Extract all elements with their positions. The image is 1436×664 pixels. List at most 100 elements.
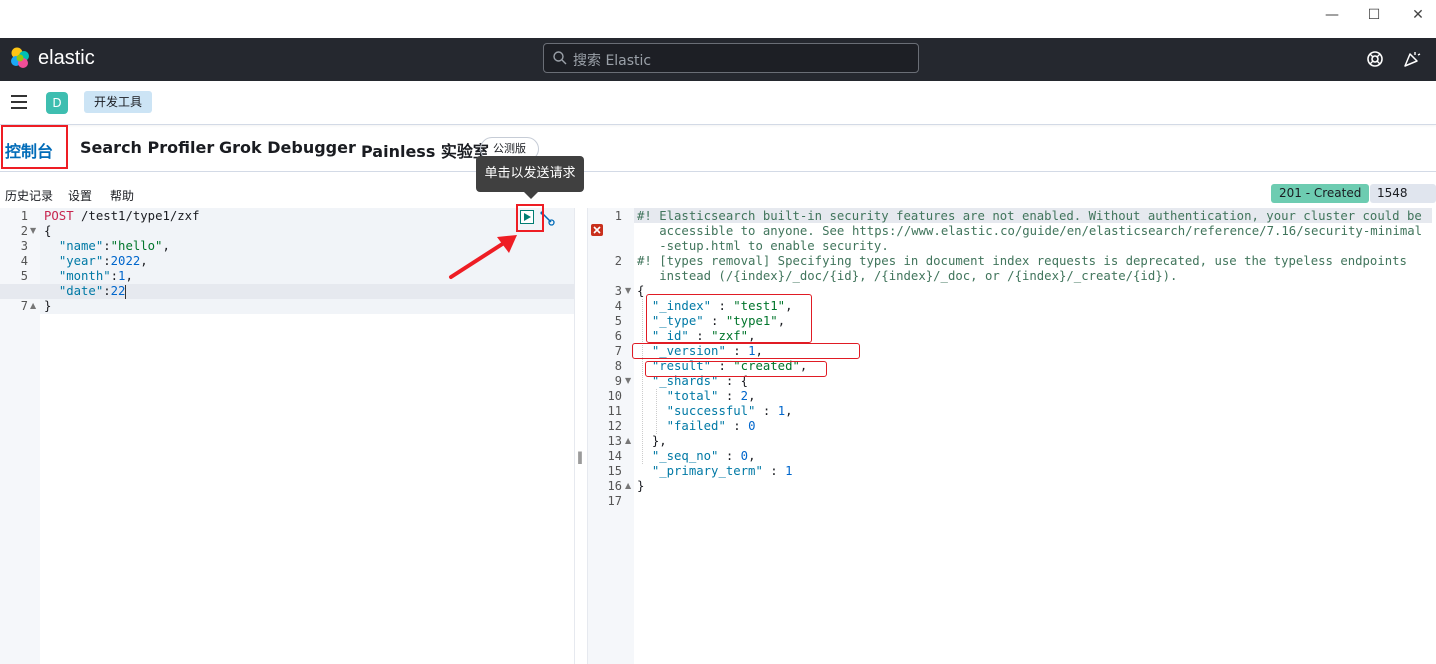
fold-toggle-icon[interactable]: ▲: [30, 301, 36, 310]
line-number: 6: [614, 329, 622, 343]
json-value: 2: [740, 389, 749, 403]
warning-error-icon[interactable]: [591, 224, 603, 236]
line-number: 10: [607, 389, 622, 403]
request-line: "name":"hello",: [58, 239, 170, 253]
response-line: {: [637, 284, 644, 299]
search-placeholder: 搜索 Elastic: [573, 53, 652, 69]
fold-toggle-icon[interactable]: ▼: [625, 286, 631, 295]
line-number: 11: [607, 404, 622, 418]
response-line: "total" : 2,: [666, 389, 756, 403]
request-path: /test1/type1/zxf: [81, 209, 200, 223]
maximize-button[interactable]: ☐: [1360, 4, 1388, 26]
fold-toggle-icon[interactable]: ▲: [625, 481, 631, 490]
json-key: "failed": [666, 419, 726, 433]
response-line: "_seq_no" : 0,: [651, 449, 756, 463]
brace: }: [637, 479, 645, 493]
response-line: "failed" : 0: [666, 419, 756, 433]
warning-text: to enable security.: [740, 239, 889, 253]
json-value: 0: [748, 419, 756, 433]
editor-resize-divider[interactable]: [574, 208, 588, 664]
line-number: 1: [20, 209, 28, 223]
hamburger-menu-icon[interactable]: [11, 95, 27, 109]
line-number: 16: [607, 479, 622, 493]
request-line: {: [44, 224, 51, 239]
minimize-button[interactable]: —: [1318, 4, 1346, 26]
request-line: POST /test1/type1/zxf: [44, 209, 200, 224]
annotation-box-index-type-id: [646, 294, 812, 343]
line-number: 9: [614, 374, 622, 388]
json-value: "hello": [110, 239, 163, 253]
line-number: 3: [614, 284, 622, 298]
tooltip-arrow: [524, 192, 538, 199]
tab-painless-lab[interactable]: Painless 实验室: [361, 138, 489, 162]
news-cheer-icon[interactable]: [1402, 49, 1422, 69]
security-doc-link[interactable]: -setup.html: [637, 239, 740, 253]
line-number: 7: [20, 299, 28, 313]
line-number: 2: [20, 224, 28, 238]
json-key: "name": [58, 239, 104, 253]
settings-link[interactable]: 设置: [68, 187, 92, 204]
brace: {: [637, 284, 645, 298]
json-key: "date": [58, 284, 104, 298]
json-key: "successful": [666, 404, 756, 418]
json-key: "_seq_no": [651, 449, 719, 463]
response-warning: -setup.html to enable security.: [637, 239, 889, 254]
brand-name[interactable]: elastic: [38, 47, 95, 70]
brace: },: [651, 434, 667, 448]
json-value: 2022: [110, 254, 141, 268]
send-request-tooltip: 单击以发送请求: [476, 156, 584, 192]
fold-toggle-icon[interactable]: ▲: [625, 436, 631, 445]
line-number: 2: [614, 254, 622, 268]
line-number: 15: [607, 464, 622, 478]
response-warning: accessible to anyone. See: [637, 224, 852, 239]
warning-text: accessible to anyone. See: [637, 224, 852, 238]
global-header: elastic 搜索 Elastic: [0, 38, 1436, 81]
tab-grok-debugger[interactable]: Grok Debugger: [219, 138, 356, 157]
line-number: 14: [607, 449, 622, 463]
response-warning: #! [types removal] Specifying types in d…: [637, 254, 1407, 268]
json-key: "total": [666, 389, 719, 403]
response-warning: instead (/{index}/_doc/{id}, /{index}/_d…: [637, 269, 1178, 283]
response-gutter: 1 2 3 4 5 6 7 8 9 10 11 12 13 14 15 16 1…: [588, 208, 634, 664]
help-lifebuoy-icon[interactable]: [1365, 49, 1385, 69]
annotation-box-result: [645, 361, 827, 377]
breadcrumb-bar: D 开发工具: [0, 81, 1436, 125]
resize-handle-icon[interactable]: ‖: [577, 450, 583, 464]
line-number: 3: [20, 239, 28, 253]
response-line: }: [637, 479, 644, 494]
response-editor[interactable]: #! Elasticsearch built-in security featu…: [634, 208, 1436, 664]
dev-tools-tabs: 控制台 Search Profiler Grok Debugger Painle…: [0, 126, 1436, 172]
breadcrumb-dev-tools[interactable]: 开发工具: [84, 91, 153, 113]
line-number: 7: [614, 344, 622, 358]
json-value: 1: [785, 464, 793, 478]
close-window-button[interactable]: ✕: [1404, 4, 1432, 26]
line-number: 5: [20, 269, 28, 283]
annotation-arrow-icon: [449, 235, 517, 279]
security-doc-link[interactable]: https://www.elastic.co/guide/en/elastics…: [852, 224, 1422, 239]
line-number: 12: [607, 419, 622, 433]
window-titlebar: — ☐ ✕: [0, 0, 1436, 38]
fold-toggle-icon[interactable]: ▼: [30, 226, 36, 235]
text-cursor: [125, 284, 127, 299]
json-value: 22: [110, 284, 126, 298]
request-method: POST: [44, 209, 74, 223]
elastic-logo-icon[interactable]: [8, 46, 32, 70]
status-badge: 201 - Created: [1271, 184, 1370, 203]
line-number: 4: [20, 254, 28, 268]
global-search-input[interactable]: 搜索 Elastic: [543, 43, 919, 73]
tab-search-profiler[interactable]: Search Profiler: [80, 138, 214, 157]
space-avatar[interactable]: D: [46, 92, 68, 114]
annotation-box-console-tab: [1, 125, 68, 169]
search-icon: [553, 51, 567, 65]
request-line: }: [44, 299, 51, 314]
brace: }: [44, 299, 52, 313]
help-link[interactable]: 帮助: [110, 187, 134, 204]
json-key: "month": [58, 269, 111, 283]
json-suffix: ,: [140, 254, 148, 268]
line-number: 5: [614, 314, 622, 328]
fold-toggle-icon[interactable]: ▼: [625, 376, 631, 385]
history-link[interactable]: 历史记录: [5, 187, 53, 204]
line-number: 13: [607, 434, 622, 448]
response-line: "_primary_term" : 1: [651, 464, 793, 478]
json-suffix: ,: [125, 269, 133, 283]
